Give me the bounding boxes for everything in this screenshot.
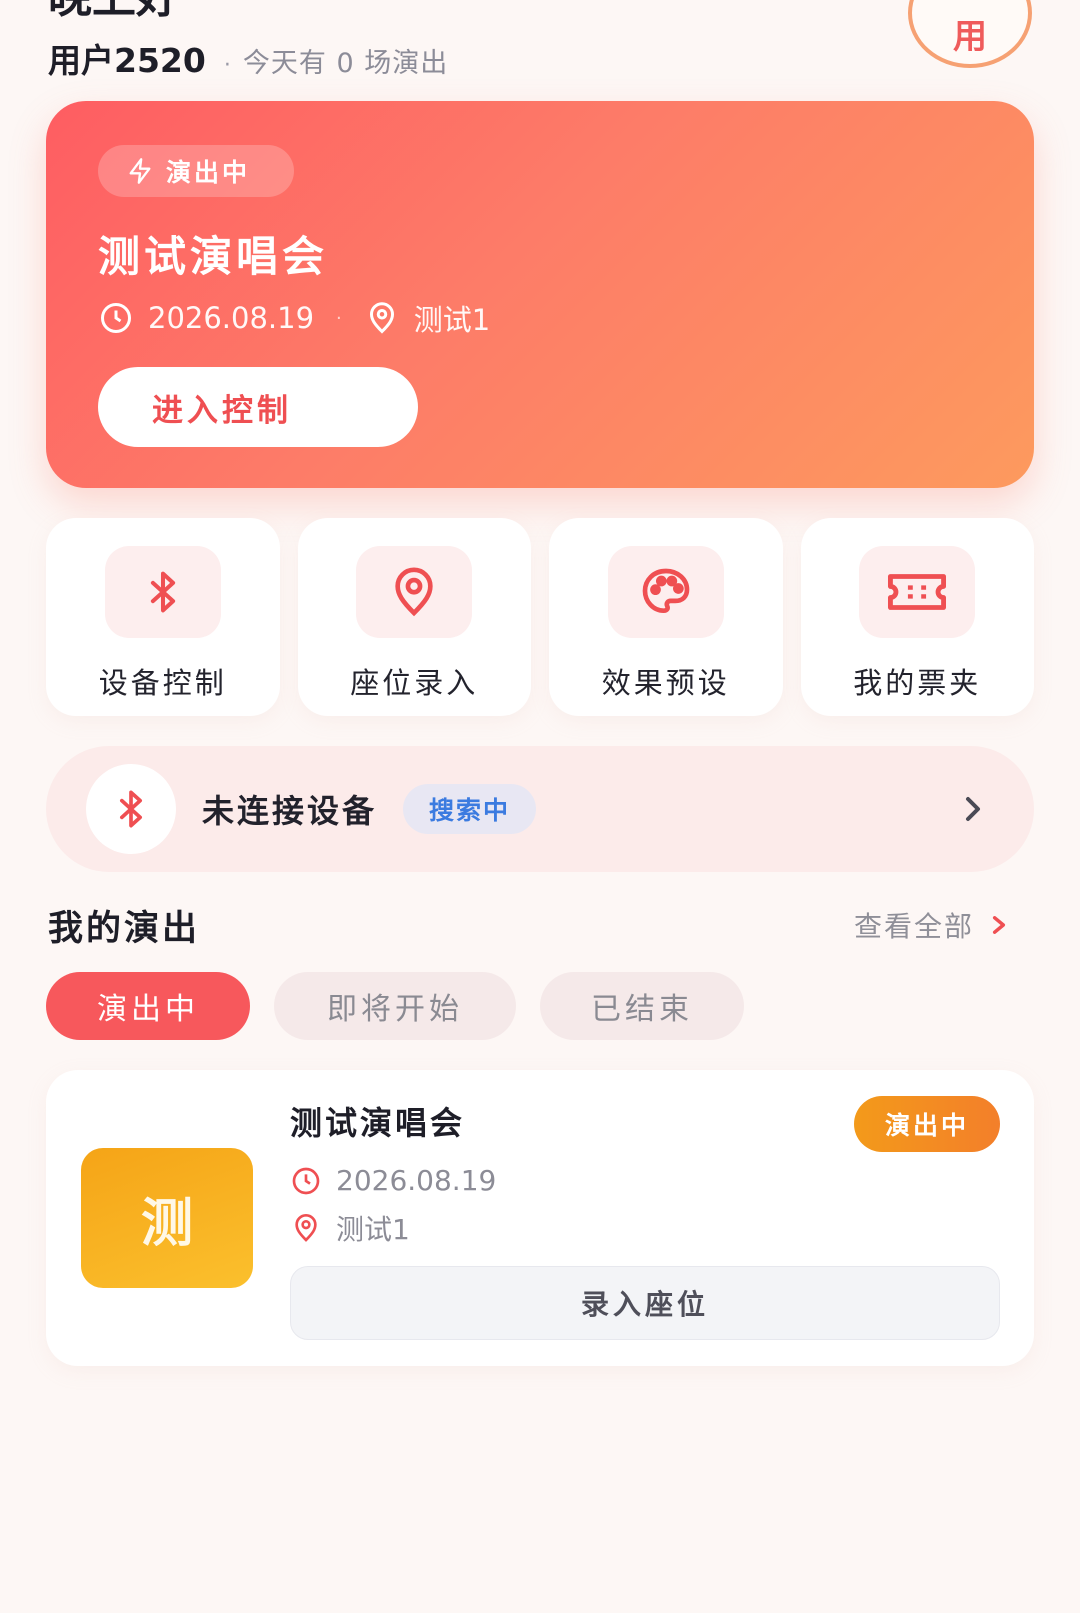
show-card-date: 2026.08.19	[336, 1164, 497, 1197]
clock-icon	[292, 1167, 320, 1194]
status-badge: 演出中	[854, 1096, 1000, 1152]
location-pin-icon	[356, 546, 473, 638]
separator-dot: ·	[223, 53, 231, 78]
chevron-right-icon	[992, 916, 1006, 934]
feature-label: 我的票夹	[853, 666, 982, 700]
feature-grid: 设备控制 座位录入 效果预设 我的票夹	[46, 518, 1034, 716]
location-pin-icon	[369, 302, 394, 334]
palette-icon	[607, 546, 724, 638]
lightning-icon	[129, 158, 151, 184]
show-card-venue-row: 测试1	[290, 1208, 410, 1248]
tab-ended[interactable]: 已结束	[540, 972, 744, 1040]
view-all-label: 查看全部	[854, 910, 975, 943]
device-connection-bar[interactable]: 未连接设备 搜索中	[46, 746, 1034, 872]
feature-label: 设备控制	[98, 666, 227, 700]
enter-control-button[interactable]: 进入控制	[98, 367, 418, 447]
clock-icon	[101, 303, 131, 333]
current-show-hero-card[interactable]: 演出中 测试演唱会 2026.08.19 · 测试1 进入控制	[46, 101, 1034, 488]
view-all-link[interactable]: 查看全部	[854, 905, 1008, 945]
today-show-count: 今天有 0 场演出	[242, 48, 449, 79]
show-card-date-row: 2026.08.19	[290, 1164, 496, 1197]
feature-device-control[interactable]: 设备控制	[46, 518, 280, 716]
searching-badge: 搜索中	[403, 784, 537, 834]
show-card[interactable]: 测 测试演唱会 演出中 2026.08.19 测试1 录入座位	[46, 1070, 1034, 1366]
my-shows-title: 我的演出	[48, 909, 201, 949]
live-status-badge: 演出中	[98, 145, 294, 197]
meta-separator: ·	[336, 307, 342, 329]
show-thumbnail: 测	[81, 1148, 253, 1288]
bluetooth-icon	[104, 546, 221, 638]
bluetooth-icon	[86, 764, 176, 854]
hero-show-venue: 测试1	[413, 303, 491, 337]
hero-show-title: 测试演唱会	[98, 232, 329, 281]
show-card-venue: 测试1	[336, 1213, 410, 1246]
chevron-right-icon	[966, 797, 980, 821]
location-pin-icon	[295, 1214, 317, 1242]
live-status-label: 演出中	[166, 158, 251, 187]
device-status-text: 未连接设备	[202, 792, 378, 830]
greeting-title: 晚上好	[48, 0, 180, 20]
tab-upcoming[interactable]: 即将开始	[274, 972, 516, 1040]
feature-label: 座位录入	[350, 666, 479, 700]
show-status-tabs: 演出中 即将开始 已结束	[46, 972, 744, 1040]
hero-show-date: 2026.08.19	[148, 301, 315, 335]
feature-ticket-wallet[interactable]: 我的票夹	[800, 518, 1034, 716]
feature-seat-entry[interactable]: 座位录入	[297, 518, 531, 716]
avatar[interactable]: 用	[908, 0, 1032, 68]
feature-effect-presets[interactable]: 效果预设	[549, 518, 783, 716]
feature-label: 效果预设	[601, 666, 730, 700]
show-card-title: 测试演唱会	[290, 1104, 466, 1142]
username: 用户2520	[48, 41, 206, 80]
tab-live[interactable]: 演出中	[46, 972, 250, 1040]
hero-show-meta: 2026.08.19 · 测试1	[98, 297, 490, 339]
user-summary: 用户2520 · 今天有 0 场演出	[48, 34, 448, 82]
enter-seat-button[interactable]: 录入座位	[290, 1266, 1000, 1340]
ticket-icon	[859, 546, 976, 638]
